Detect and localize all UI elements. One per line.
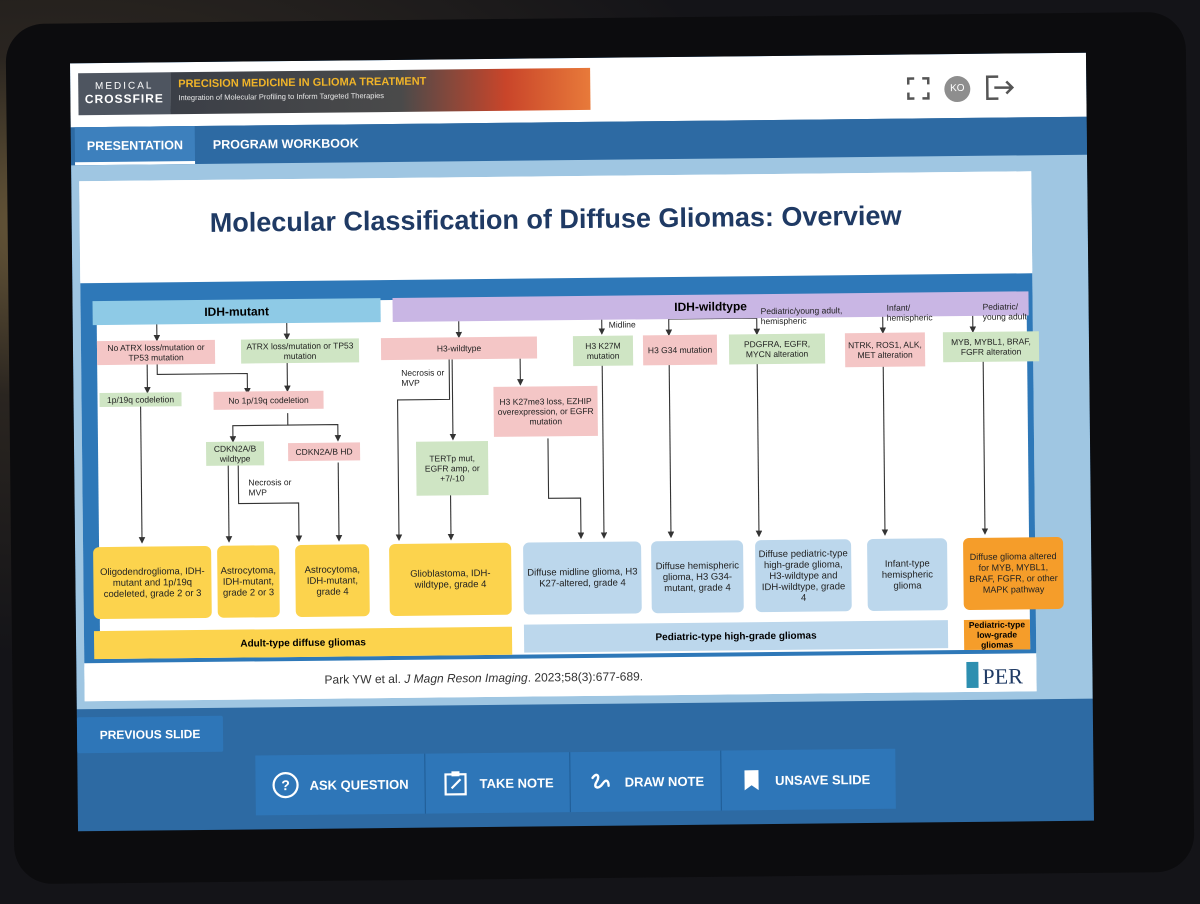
per-logo-text: PER bbox=[982, 663, 1023, 689]
svg-text:?: ? bbox=[281, 777, 290, 793]
draw-note-label: DRAW NOTE bbox=[624, 773, 705, 790]
slide-title-area: Molecular Classification of Diffuse Glio… bbox=[79, 171, 1033, 282]
app-header: MEDICAL CROSSFIRE PRECISION MEDICINE IN … bbox=[70, 52, 1087, 128]
classification-diagram-frame: IDH-mutant IDH-wildtype No ATRX loss/mut… bbox=[80, 273, 1064, 664]
infant-hemi-label: Infant/ hemispheric bbox=[886, 302, 933, 323]
pediatric-hgg-footer: Pediatric-type high-grade gliomas bbox=[523, 620, 949, 653]
infant-hemispheric-glioma-outcome: Infant-type hemispheric glioma bbox=[867, 538, 948, 612]
tab-program-workbook[interactable]: PROGRAM WORKBOOK bbox=[201, 124, 371, 164]
program-banner: PRECISION MEDICINE IN GLIOMA TREATMENT I… bbox=[170, 67, 591, 115]
citation-authors: Park YW et al. bbox=[324, 671, 405, 687]
myb-node: MYB, MYBL1, BRAF, FGFR alteration bbox=[942, 331, 1040, 363]
bookmark-icon bbox=[737, 766, 765, 794]
fullscreen-icon[interactable] bbox=[906, 76, 930, 100]
per-logo: PER bbox=[964, 659, 1030, 690]
slide-title: Molecular Classification of Diffuse Glio… bbox=[209, 200, 902, 238]
no-codeletion-node: No 1p/19q codeletion bbox=[213, 390, 324, 410]
pediatric-lgg-footer: Pediatric-type low-grade gliomas bbox=[963, 619, 1031, 651]
h3g34-node: H3 G34 mutation bbox=[642, 334, 718, 366]
codeletion-node: 1p/19q codeletion bbox=[99, 392, 182, 408]
citation-rest: . 2023;58(3):677-689. bbox=[527, 669, 644, 685]
tab-presentation[interactable]: PRESENTATION bbox=[74, 126, 196, 166]
h3k27me3-node: H3 K27me3 loss, EZHIP overexpression, or… bbox=[493, 385, 598, 437]
take-note-label: TAKE NOTE bbox=[479, 774, 554, 791]
oligodendroglioma-outcome: Oligodendroglioma, IDH-mutant and 1p/19q… bbox=[93, 545, 212, 620]
diffuse-glioma-mapk-outcome: Diffuse glioma altered for MYB, MYBL1, B… bbox=[963, 536, 1064, 611]
tablet-screen: MEDICAL CROSSFIRE PRECISION MEDICINE IN … bbox=[70, 52, 1094, 832]
previous-slide-button[interactable]: PREVIOUS SLIDE bbox=[76, 715, 224, 754]
no-atrx-node: No ATRX loss/mutation or TP53 mutation bbox=[96, 339, 216, 366]
unsave-slide-label: UNSAVE SLIDE bbox=[775, 771, 871, 788]
ask-question-button[interactable]: ? ASK QUESTION bbox=[255, 753, 426, 816]
take-note-button[interactable]: TAKE NOTE bbox=[425, 752, 572, 814]
idh-mutant-header: IDH-mutant bbox=[92, 298, 381, 326]
ped-young-hemi-label: Pediatric/young adult, hemispheric bbox=[760, 305, 843, 327]
draw-note-button[interactable]: DRAW NOTE bbox=[570, 750, 722, 813]
diffuse-midline-glioma-outcome: Diffuse midline glioma, H3 K27-altered, … bbox=[523, 541, 642, 615]
ped-young-label: Pediatric/ young adult bbox=[982, 301, 1027, 322]
cdkn-hd-node: CDKN2A/B HD bbox=[287, 442, 361, 462]
glioblastoma-outcome: Glioblastoma, IDH-wildtype, grade 4 bbox=[389, 542, 512, 617]
medical-crossfire-logo: MEDICAL CROSSFIRE bbox=[78, 72, 171, 116]
note-edit-icon bbox=[441, 769, 469, 797]
midline-label: Midline bbox=[608, 319, 636, 330]
unsave-slide-button[interactable]: UNSAVE SLIDE bbox=[721, 749, 887, 811]
ask-question-label: ASK QUESTION bbox=[309, 776, 409, 793]
diffuse-hemispheric-glioma-outcome: Diffuse hemispheric glioma, H3 G34-mutan… bbox=[651, 540, 744, 614]
logo-line2: CROSSFIRE bbox=[84, 91, 164, 107]
diffuse-pediatric-hgg-outcome: Diffuse pediatric-type high-grade glioma… bbox=[755, 539, 852, 613]
h3k27m-node: H3 K27M mutation bbox=[572, 335, 634, 367]
cdkn-wildtype-node: CDKN2A/B wildtype bbox=[205, 441, 265, 466]
astrocytoma-g4-outcome: Astrocytoma, IDH-mutant, grade 4 bbox=[295, 544, 370, 618]
program-title: PRECISION MEDICINE IN GLIOMA TREATMENT bbox=[178, 75, 427, 91]
avatar[interactable]: KO bbox=[944, 75, 971, 103]
adult-type-footer: Adult-type diffuse gliomas bbox=[93, 626, 513, 660]
ntrk-node: NTRK, ROS1, ALK, MET alteration bbox=[844, 332, 926, 368]
h3-wildtype-node: H3-wildtype bbox=[380, 336, 538, 361]
question-icon: ? bbox=[271, 771, 299, 799]
citation-journal: J Magn Reson Imaging bbox=[404, 670, 528, 686]
pdgfra-node: PDGFRA, EGFR, MYCN alteration bbox=[728, 333, 826, 365]
program-subtitle: Integration of Molecular Profiling to In… bbox=[178, 91, 385, 103]
tert-node: TERTp mut, EGFR amp, or +7/-10 bbox=[415, 440, 489, 496]
slide: Molecular Classification of Diffuse Glio… bbox=[79, 171, 1064, 702]
atrx-node: ATRX loss/mutation or TP53 mutation bbox=[240, 338, 360, 364]
necrosis-label-gbm: Necrosis or MVP bbox=[401, 367, 445, 388]
necrosis-label-astro: Necrosis or MVP bbox=[248, 477, 292, 498]
scribble-icon bbox=[587, 768, 615, 796]
astrocytoma-g23-outcome: Astrocytoma, IDH-mutant, grade 2 or 3 bbox=[217, 545, 280, 618]
slide-toolbar: ? ASK QUESTION TAKE NOTE DRAW NOTE UNSAV… bbox=[255, 748, 896, 816]
classification-diagram: IDH-mutant IDH-wildtype No ATRX loss/mut… bbox=[92, 291, 1064, 660]
citation: Park YW et al. J Magn Reson Imaging. 202… bbox=[324, 669, 643, 686]
logout-icon[interactable] bbox=[984, 73, 1018, 101]
